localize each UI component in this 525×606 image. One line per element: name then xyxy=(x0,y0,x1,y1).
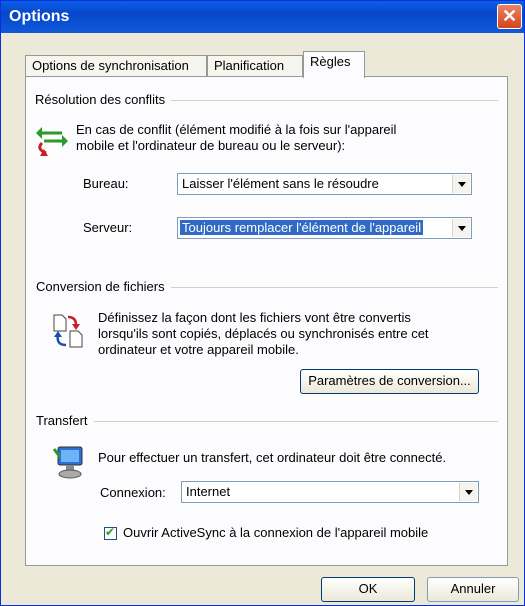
tab-options-synchronisation[interactable]: Options de synchronisation xyxy=(25,55,207,76)
serveur-value: Toujours remplacer l'élément de l'appare… xyxy=(180,220,424,235)
tab-label: Options de synchronisation xyxy=(32,58,189,73)
conversion-settings-button[interactable]: Paramètres de conversion... xyxy=(300,369,479,394)
connection-select[interactable]: Internet xyxy=(181,481,479,503)
cancel-button[interactable]: Annuler xyxy=(427,577,519,602)
connection-label: Connexion: xyxy=(100,485,166,500)
chevron-down-icon[interactable] xyxy=(452,219,470,237)
open-activesync-label[interactable]: Ouvrir ActiveSync à la connexion de l'ap… xyxy=(123,525,428,541)
conversion-description-1: Définissez la façon dont les fichiers vo… xyxy=(98,310,411,325)
chevron-down-icon[interactable] xyxy=(452,175,470,193)
conflicts-heading: Résolution des conflits xyxy=(35,92,172,107)
conversion-description-3: ordinateur et votre appareil mobile. xyxy=(98,342,299,357)
title-bar[interactable]: Options ✕ xyxy=(1,1,524,33)
tab-regles[interactable]: Règles xyxy=(303,51,365,78)
serveur-select[interactable]: Toujours remplacer l'élément de l'appare… xyxy=(177,217,472,239)
serveur-label: Serveur: xyxy=(83,220,133,235)
conflicts-description-2: mobile et l'ordinateur de bureau ou le s… xyxy=(76,138,346,153)
ok-button[interactable]: OK xyxy=(321,577,415,602)
chevron-down-icon[interactable] xyxy=(459,483,477,501)
open-activesync-checkbox[interactable] xyxy=(104,525,117,540)
conversion-description-2: lorsqu'ils sont copiés, déplacés ou sync… xyxy=(98,326,429,341)
transfer-heading: Transfert xyxy=(36,413,94,428)
rules-panel: Résolution des conflits En cas de confli… xyxy=(25,76,508,566)
transfer-description: Pour effectuer un transfert, cet ordinat… xyxy=(98,450,447,465)
close-icon: ✕ xyxy=(501,6,518,26)
tab-planification[interactable]: Planification xyxy=(207,55,303,76)
conflicts-description-1: En cas de conflit (élément modifié à la … xyxy=(76,122,397,137)
tab-label: Planification xyxy=(214,58,285,73)
tab-label: Règles xyxy=(310,54,351,69)
connection-value: Internet xyxy=(186,484,231,499)
group-divider xyxy=(36,421,498,422)
bureau-value: Laisser l'élément sans le résoudre xyxy=(182,176,379,191)
close-button[interactable]: ✕ xyxy=(497,4,522,29)
bureau-label: Bureau: xyxy=(83,176,129,191)
conversion-heading: Conversion de fichiers xyxy=(36,279,171,294)
file-conversion-icon xyxy=(53,314,83,348)
computer-connection-icon xyxy=(52,446,83,479)
bureau-select[interactable]: Laisser l'élément sans le résoudre xyxy=(177,173,472,195)
window-title: Options xyxy=(9,8,70,25)
options-dialog: Options ✕ Options de synchronisation Pla… xyxy=(0,0,525,606)
conflict-arrows-icon xyxy=(36,127,68,156)
